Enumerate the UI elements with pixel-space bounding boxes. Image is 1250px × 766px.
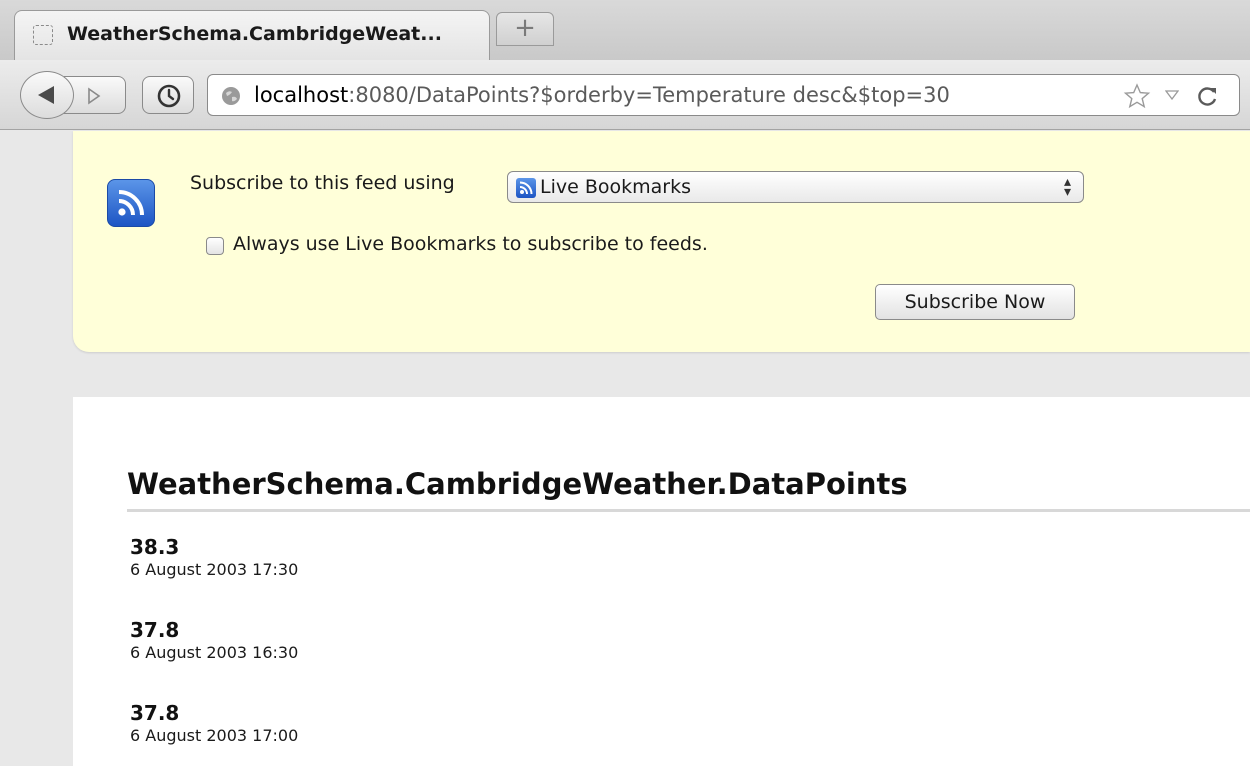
navigation-toolbar: localhost:8080/DataPoints?$orderby=Tempe… xyxy=(0,60,1250,130)
star-icon[interactable] xyxy=(1123,83,1151,109)
reload-icon[interactable] xyxy=(1196,84,1220,108)
entry-value[interactable]: 37.8 xyxy=(130,701,298,725)
entry-date: 6 August 2003 17:30 xyxy=(130,560,299,579)
browser-tab[interactable]: WeatherSchema.CambridgeWeat... xyxy=(14,10,490,60)
feed-subscribe-box: Subscribe to this feed using Live Bookma… xyxy=(73,131,1250,352)
back-button[interactable] xyxy=(20,71,74,119)
forward-arrow-icon xyxy=(88,87,101,105)
entry-date: 6 August 2003 17:00 xyxy=(130,726,299,745)
url-path: :8080/DataPoints?$orderby=Temperature de… xyxy=(348,83,950,107)
feed-reader-select[interactable]: Live Bookmarks ▴ ▾ xyxy=(507,171,1084,203)
rss-feed-icon xyxy=(107,179,155,227)
globe-icon xyxy=(222,87,240,105)
placeholder-favicon-icon xyxy=(33,25,53,45)
always-use-label: Always use Live Bookmarks to subscribe t… xyxy=(233,233,708,255)
tab-title: WeatherSchema.CambridgeWeat... xyxy=(67,23,442,45)
new-tab-button[interactable]: + xyxy=(496,12,554,46)
feed-entry: 37.8 6 August 2003 16:30 xyxy=(130,618,298,664)
live-bookmarks-icon xyxy=(516,178,536,198)
subscribe-now-button[interactable]: Subscribe Now xyxy=(875,284,1075,320)
feed-content: WeatherSchema.CambridgeWeather.DataPoint… xyxy=(73,397,1250,766)
subscribe-label: Subscribe to this feed using xyxy=(190,172,455,194)
url-text: localhost:8080/DataPoints?$orderby=Tempe… xyxy=(254,83,950,107)
dropmarker-icon[interactable] xyxy=(1165,90,1179,100)
back-arrow-icon xyxy=(38,86,54,104)
feed-entry: 38.3 6 August 2003 17:30 xyxy=(130,535,298,581)
clock-icon xyxy=(157,84,181,108)
history-button[interactable] xyxy=(142,76,194,114)
feed-entry: 37.8 6 August 2003 17:00 xyxy=(130,701,298,747)
url-bar[interactable]: localhost:8080/DataPoints?$orderby=Tempe… xyxy=(207,74,1240,116)
always-use-checkbox[interactable] xyxy=(206,237,224,255)
tab-strip: WeatherSchema.CambridgeWeat... + xyxy=(0,0,1250,60)
entry-value[interactable]: 37.8 xyxy=(130,618,298,642)
url-host: localhost xyxy=(254,83,349,107)
select-arrows-icon: ▴ ▾ xyxy=(1063,174,1071,200)
feed-reader-selected: Live Bookmarks xyxy=(540,176,691,198)
entry-date: 6 August 2003 16:30 xyxy=(130,643,299,662)
entry-value[interactable]: 38.3 xyxy=(130,535,298,559)
feed-title: WeatherSchema.CambridgeWeather.DataPoint… xyxy=(127,467,1250,512)
